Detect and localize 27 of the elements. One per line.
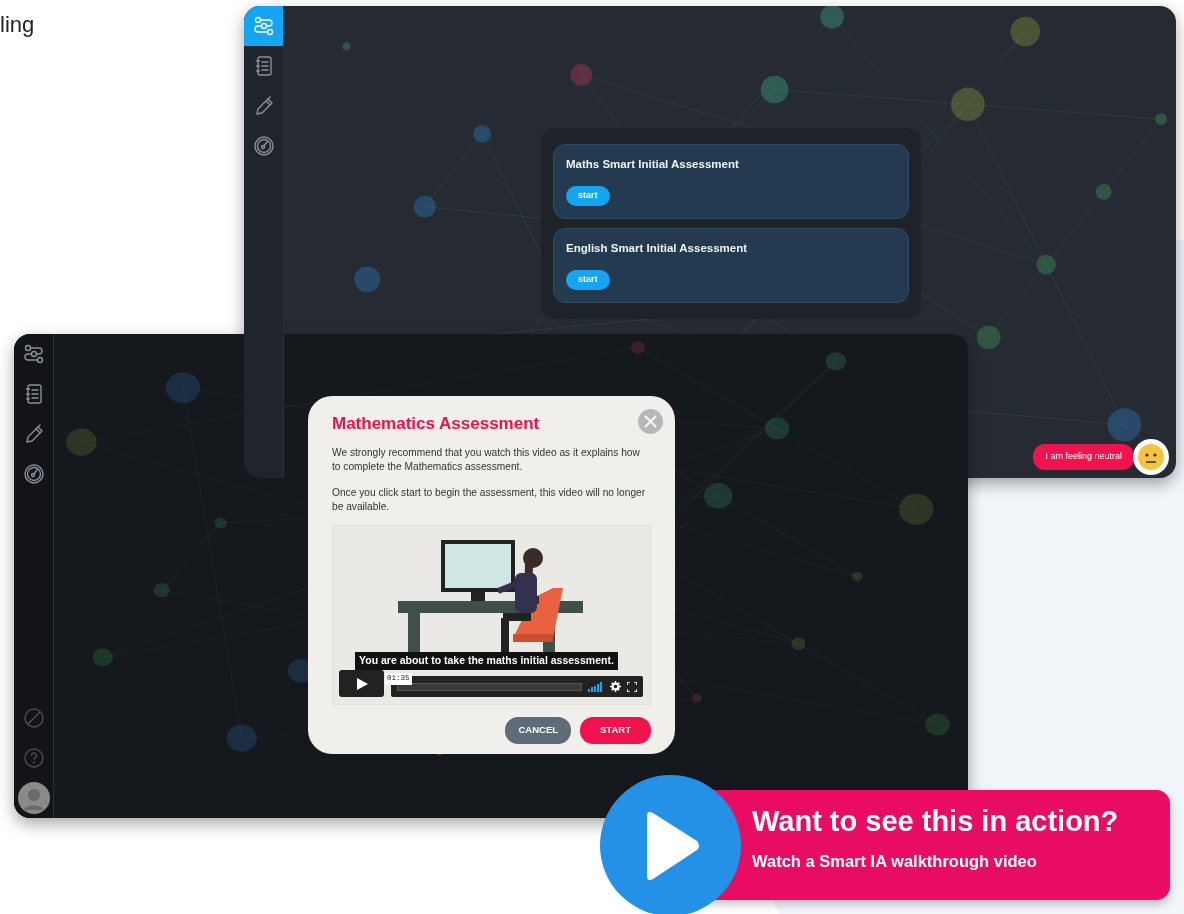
start-button[interactable]: START (580, 717, 651, 744)
settings-icon[interactable] (610, 681, 621, 693)
cancel-button[interactable]: CANCEL (505, 717, 572, 744)
assessment-title: English Smart Initial Assessment (566, 240, 749, 256)
start-button[interactable]: start (566, 186, 610, 206)
volume-bars-icon[interactable] (588, 681, 604, 692)
video-subtitle: You are about to take the maths initial assessment. (355, 652, 618, 671)
gauge-icon (252, 135, 275, 157)
cta-title: Want to see this in action? (752, 804, 1120, 839)
mood-button[interactable]: I am feeling neutral (1033, 444, 1134, 470)
play-icon (354, 676, 369, 691)
start-button[interactable]: start (566, 270, 610, 290)
assessment-title: Maths Smart Initial Assessment (566, 157, 740, 172)
route-icon (252, 15, 275, 37)
heading-text: ling (0, 11, 35, 39)
modal-text: We strongly recommend that you watch this video as it explains how to complete the Mathematics assessment. (332, 446, 641, 474)
modal-text: Once you click start to begin the assessment, this video will no longer be available. (332, 485, 647, 514)
gauge-icon (22, 463, 45, 485)
close-icon (644, 415, 657, 428)
route-icon (22, 343, 45, 365)
modal-title: Mathematics Assessment (332, 414, 541, 435)
play-button[interactable] (339, 670, 384, 698)
fullscreen-icon[interactable] (627, 681, 637, 692)
seek-track[interactable] (397, 682, 582, 691)
avatar-icon[interactable] (17, 782, 50, 814)
cta-link[interactable]: Watch a Smart IA walkthrough video (752, 848, 1160, 874)
neutral-face-icon[interactable] (1132, 438, 1170, 476)
